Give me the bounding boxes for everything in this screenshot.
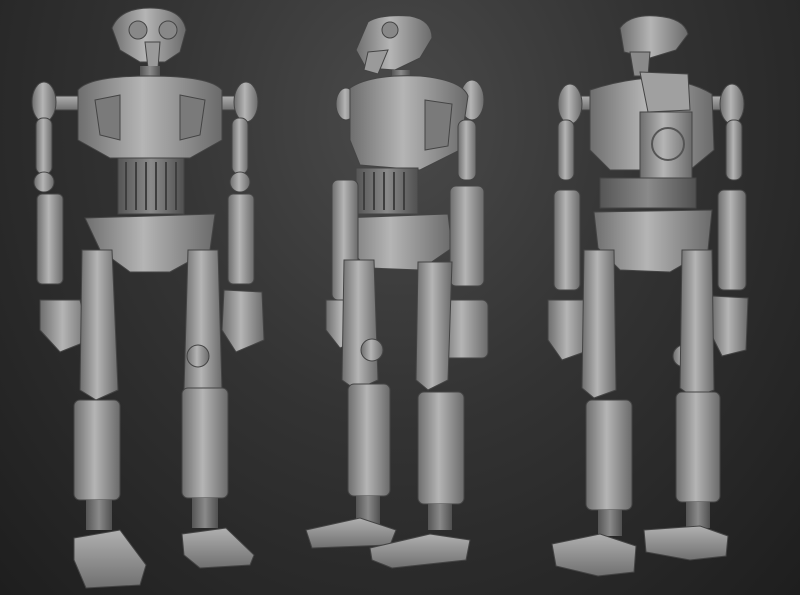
robot-front-view (31, 7, 265, 589)
robot-render (31, 7, 749, 589)
render-viewport (0, 0, 800, 595)
robot-three-quarter-view (305, 15, 489, 569)
robot-back-view (547, 15, 749, 577)
